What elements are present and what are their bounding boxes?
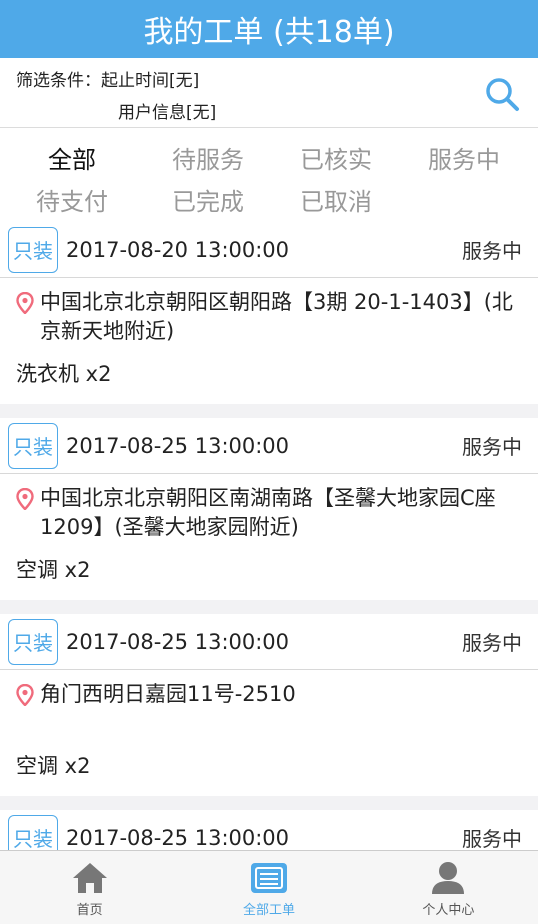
order-address-row: 中国北京北京朝阳区朝阳路【3期 20-1-1403】(北京新天地附近) <box>0 278 538 350</box>
bottom-nav: 首页 全部工单 个人中心 <box>0 850 538 924</box>
filter-user[interactable]: 用户信息[无] <box>118 103 216 123</box>
order-type-tag: 只装 <box>8 814 58 850</box>
order-type-tag: 只装 <box>8 618 58 665</box>
order-address: 中国北京北京朝阳区南湖南路【圣馨大地家园C座1209】(圣馨大地家园附近) <box>40 486 496 539</box>
order-item: 空调 x2 <box>16 754 91 778</box>
location-pin-icon <box>16 292 34 314</box>
location-pin-icon <box>16 684 34 706</box>
order-type-tag: 只装 <box>8 422 58 469</box>
nav-home-label: 首页 <box>76 903 103 918</box>
page-header: 我的工单 (共18单) <box>0 0 538 58</box>
order-time: 2017-08-20 13:00:00 <box>66 237 290 262</box>
nav-profile[interactable]: 个人中心 <box>359 851 538 924</box>
order-card-header: 只装 2017-08-25 13:00:00 服务中 <box>0 810 538 850</box>
work-order-icon <box>250 863 287 893</box>
order-card-header: 只装 2017-08-25 13:00:00 服务中 <box>0 418 538 474</box>
order-card-header: 只装 2017-08-25 13:00:00 服务中 <box>0 614 538 670</box>
filter-label: 筛选条件： <box>16 71 101 91</box>
tab-row1-3[interactable]: 服务中 <box>400 140 528 175</box>
order-status: 服务中 <box>462 239 522 263</box>
tab-row2-1[interactable]: 已完成 <box>144 182 272 217</box>
nav-work-orders[interactable]: 全部工单 <box>179 851 358 924</box>
nav-home[interactable]: 首页 <box>0 851 179 924</box>
nav-profile-label: 个人中心 <box>422 903 475 918</box>
order-item: 洗衣机 x2 <box>16 362 112 386</box>
page-title: 我的工单 (共18单) <box>143 15 395 50</box>
tab-row1-0[interactable]: 全部 <box>0 140 144 175</box>
order-address: 角门西明日嘉园11号-2510 <box>40 682 296 706</box>
location-pin-icon <box>16 488 34 510</box>
order-list: 只装 2017-08-20 13:00:00 服务中 中国北京北京朝阳区朝阳路【3期 … <box>0 222 538 850</box>
order-status: 服务中 <box>462 827 522 850</box>
order-card[interactable]: 只装 2017-08-20 13:00:00 服务中中国北京北京朝阳区朝阳路【3期 … <box>0 222 538 404</box>
search-icon[interactable] <box>484 76 520 112</box>
tab-row1-1[interactable]: 待服务 <box>144 140 272 175</box>
order-card[interactable]: 只装 2017-08-25 13:00:00 服务中中国北京北京朝阳区南湖南路【圣馨… <box>0 418 538 600</box>
order-item: 空调 x2 <box>16 558 91 582</box>
order-card[interactable]: 只装 2017-08-25 13:00:00 服务中角门西明日嘉园11号-2510 空… <box>0 614 538 796</box>
order-time: 2017-08-25 13:00:00 <box>66 825 290 850</box>
order-type-tag: 只装 <box>8 226 58 273</box>
nav-work-orders-label: 全部工单 <box>242 903 295 918</box>
filter-bar: 筛选条件： 起止时间[无] 用户信息[无] <box>0 58 538 128</box>
order-address-row: 中国北京北京朝阳区南湖南路【圣馨大地家园C座1209】(圣馨大地家园附近) <box>0 474 538 546</box>
order-status: 服务中 <box>462 435 522 459</box>
filter-time[interactable]: 起止时间[无] <box>101 66 199 91</box>
order-card[interactable]: 只装 2017-08-25 13:00:00 服务中 <box>0 810 538 850</box>
order-address: 中国北京北京朝阳区朝阳路【3期 20-1-1403】(北京新天地附近) <box>40 290 513 343</box>
order-time: 2017-08-25 13:00:00 <box>66 629 290 654</box>
order-status: 服务中 <box>462 631 522 655</box>
tab-row1-2[interactable]: 已核实 <box>272 140 400 175</box>
person-icon <box>432 862 465 894</box>
order-address-row: 角门西明日嘉园11号-2510 <box>0 670 538 742</box>
status-tabs: 全部 待服务 已核实 服务中 待支付 已完成 已取消 <box>0 128 538 227</box>
tab-row2-2[interactable]: 已取消 <box>272 182 400 217</box>
order-time: 2017-08-25 13:00:00 <box>66 433 290 458</box>
tab-row2-0[interactable]: 待支付 <box>0 182 144 217</box>
home-icon <box>72 863 107 893</box>
order-card-header: 只装 2017-08-20 13:00:00 服务中 <box>0 222 538 278</box>
